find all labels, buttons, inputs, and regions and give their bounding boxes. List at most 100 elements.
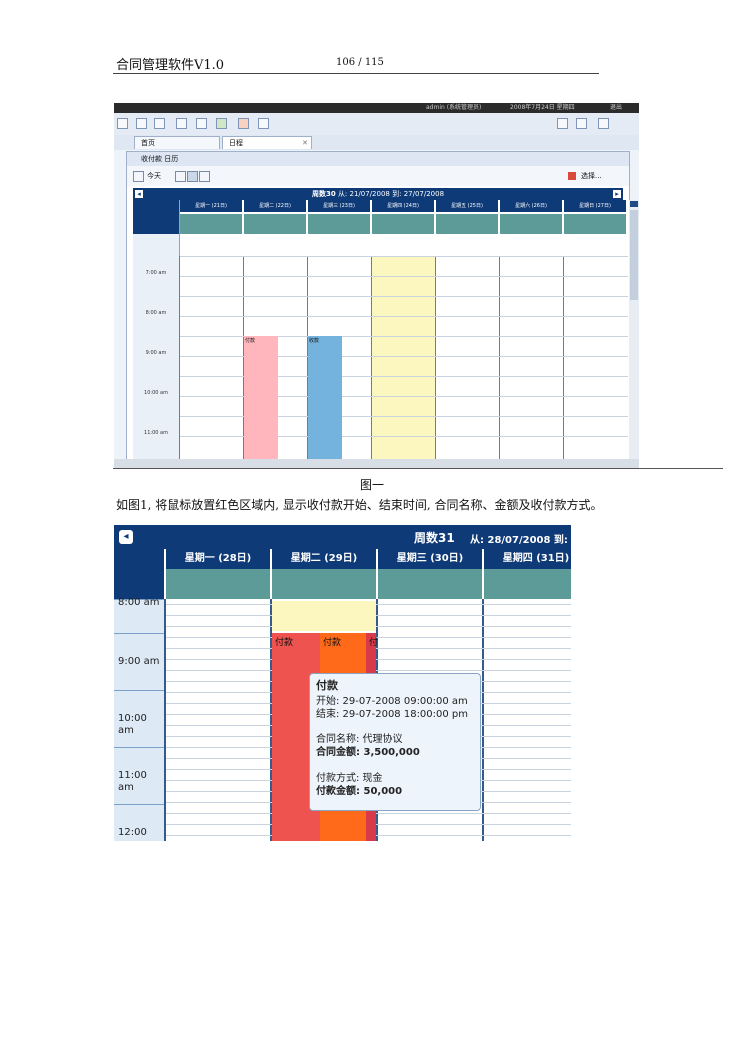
all-day-cell[interactable] xyxy=(244,214,306,234)
window-split-icon[interactable] xyxy=(196,118,207,129)
breadcrumb: 收付款 日历 xyxy=(127,152,629,166)
figure-caption: 图一 xyxy=(360,478,385,492)
today-button[interactable]: 今天 xyxy=(147,166,161,186)
calendar-screenshot-week30: admin (系统管理员) 2008年7月24日 星期四 退出 首页 日程 ✕ 收… xyxy=(114,103,639,468)
all-day-cell[interactable] xyxy=(484,569,571,599)
export-icon[interactable] xyxy=(598,118,609,129)
time-label: 11:00 am xyxy=(114,747,164,804)
prev-week-icon[interactable]: ◂ xyxy=(119,530,133,544)
all-day-cell[interactable] xyxy=(166,569,270,599)
all-day-cell[interactable] xyxy=(372,214,434,234)
date-picker-icon[interactable] xyxy=(568,172,576,180)
back-icon[interactable] xyxy=(117,118,128,129)
calendar-toolbar: 今天 选择... xyxy=(127,166,629,186)
prev-week-icon[interactable]: ◂ xyxy=(135,190,143,198)
scrollbar[interactable] xyxy=(629,200,639,462)
tab-schedule-label: 日程 xyxy=(229,139,243,147)
grid-line xyxy=(180,256,628,257)
layout-icon[interactable] xyxy=(154,118,165,129)
doc-page-number: 106 / 115 xyxy=(336,57,384,68)
all-day-cell[interactable] xyxy=(378,569,482,599)
calendar-event[interactable]: 收款 xyxy=(308,336,342,462)
day-header[interactable]: 星期六 (26日) xyxy=(500,200,562,212)
all-day-cell[interactable] xyxy=(272,569,376,599)
select-button[interactable]: 选择... xyxy=(581,166,602,186)
tooltip-payment-amount: 付款金额: 50,000 xyxy=(316,786,403,797)
next-week-icon[interactable]: ▸ xyxy=(613,190,621,198)
day-header[interactable]: 星期三 (23日) xyxy=(308,200,370,212)
day-view-icon[interactable] xyxy=(175,171,186,182)
time-label: 10:00 am xyxy=(144,390,168,396)
window-icon[interactable] xyxy=(176,118,187,129)
day-column[interactable] xyxy=(179,256,243,462)
app-titlebar: admin (系统管理员) 2008年7月24日 星期四 退出 xyxy=(114,103,639,113)
description-text: 如图1, 将鼠标放置红色区域内, 显示收付款开始、结束时间, 合同名称、金额及收… xyxy=(116,498,603,512)
day-header[interactable]: 星期一 (28日) xyxy=(166,549,270,569)
header-rule xyxy=(113,73,599,74)
time-label: 9:00 am xyxy=(114,633,164,690)
time-label: 11:00 am xyxy=(144,430,168,436)
day-header[interactable]: 星期一 (21日) xyxy=(180,200,242,212)
all-day-cell[interactable] xyxy=(308,214,370,234)
highlight-block xyxy=(272,601,376,631)
day-header[interactable]: 星期三 (30日) xyxy=(378,549,482,569)
tooltip-contract-amount: 合同金额: 3,500,000 xyxy=(316,747,420,758)
calendar-screenshot-week31: ◂ 周数31 从: 28/07/2008 到: 03 星期一 (28日)星期二 … xyxy=(114,525,571,841)
print-icon[interactable] xyxy=(258,118,269,129)
tooltip-end: 结束: 29-07-2008 18:00:00 pm xyxy=(316,709,469,720)
day-column[interactable] xyxy=(435,256,499,462)
week-view-icon[interactable] xyxy=(187,171,198,182)
grid-line xyxy=(180,316,628,317)
day-header[interactable]: 星期四 (31日) xyxy=(484,549,571,569)
day-column[interactable] xyxy=(164,599,270,841)
scroll-thumb[interactable] xyxy=(630,210,638,300)
tab-schedule[interactable]: 日程 ✕ xyxy=(222,136,312,149)
calendar-grid: 7:00 am 8:00 am 9:00 am 10:00 am 11:00 am 星期… xyxy=(133,200,628,462)
all-day-cell[interactable] xyxy=(564,214,626,234)
day-header[interactable]: 星期二 (29日) xyxy=(272,549,376,569)
caption-rule xyxy=(113,468,723,469)
day-column[interactable] xyxy=(499,256,563,462)
time-label: 8:00 am xyxy=(114,598,164,633)
search-icon[interactable] xyxy=(576,118,587,129)
event-tooltip: 付款 开始: 29-07-2008 09:00:00 am 结束: 29-07-… xyxy=(309,673,481,811)
scroll-up-icon[interactable] xyxy=(630,201,638,207)
day-column[interactable] xyxy=(482,599,571,841)
image-icon[interactable] xyxy=(557,118,568,129)
month-view-icon[interactable] xyxy=(199,171,210,182)
tooltip-title: 付款 xyxy=(316,679,338,692)
clear-icon[interactable] xyxy=(238,118,249,129)
tab-home[interactable]: 首页 xyxy=(134,136,220,149)
day-header[interactable]: 星期二 (22日) xyxy=(244,200,306,212)
day-header[interactable]: 星期四 (24日) xyxy=(372,200,434,212)
titlebar-date: 2008年7月24日 星期四 xyxy=(510,104,575,111)
calendar-icon xyxy=(133,171,144,182)
time-column: 7:00 am 8:00 am 9:00 am 10:00 am 11:00 am xyxy=(133,200,180,462)
grid-line xyxy=(180,276,628,277)
week-label: 周数30 xyxy=(311,190,336,198)
calendar-event[interactable]: 付款 xyxy=(244,336,278,462)
time-label: 7:00 am xyxy=(145,270,167,276)
time-label: 9:00 am xyxy=(145,350,167,356)
day-header[interactable]: 星期五 (25日) xyxy=(436,200,498,212)
week-navigator: ◂ 周数31 从: 28/07/2008 到: 03 xyxy=(114,525,571,549)
tab-home-label: 首页 xyxy=(141,139,155,147)
tools-icon[interactable] xyxy=(216,118,227,129)
day-column[interactable] xyxy=(371,256,435,462)
titlebar-user: admin (系统管理员) xyxy=(426,104,482,111)
all-day-cell[interactable] xyxy=(180,214,242,234)
all-day-cell[interactable] xyxy=(436,214,498,234)
day-header[interactable]: 星期日 (27日) xyxy=(564,200,626,212)
day-column[interactable] xyxy=(563,256,627,462)
range-from: 从: 21/07/2008 xyxy=(337,190,390,198)
calendar-panel: 收付款 日历 今天 选择... ◂ 周数30 从: 21/07/2008 到: … xyxy=(126,151,639,463)
all-day-cell[interactable] xyxy=(500,214,562,234)
status-bar xyxy=(114,459,639,468)
page-icon[interactable] xyxy=(136,118,147,129)
titlebar-exit[interactable]: 退出 xyxy=(610,103,622,113)
app-toolbar xyxy=(114,113,639,136)
tab-bar: 首页 日程 ✕ xyxy=(114,135,639,150)
time-label: 10:00 am xyxy=(114,690,164,747)
time-label: 8:00 am xyxy=(145,310,167,316)
close-icon[interactable]: ✕ xyxy=(302,137,308,150)
